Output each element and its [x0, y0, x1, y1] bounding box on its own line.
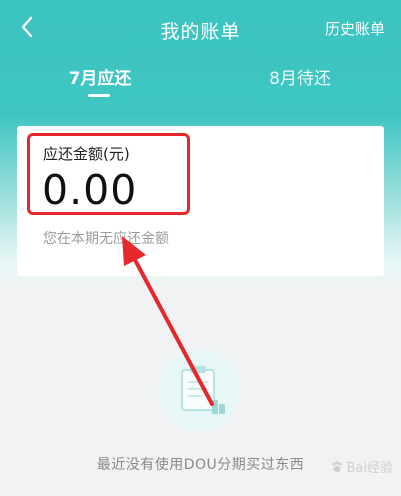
watermark: Bai经验	[330, 457, 394, 476]
watermark-text: Bai经验	[346, 461, 394, 476]
amount-note: 您在本期无应还金额	[43, 231, 169, 247]
annotation-highlight-box	[27, 133, 190, 215]
bill-tabs: 7月应还 8月待还	[0, 56, 401, 106]
app-header: 我的账单 历史账单	[0, 0, 401, 56]
clipboard-icon	[158, 349, 240, 431]
tab-current-month[interactable]: 7月应还	[0, 64, 200, 89]
tab-next-month[interactable]: 8月待还	[200, 64, 400, 89]
active-tab-indicator	[88, 94, 110, 97]
paw-icon	[331, 460, 342, 472]
history-bill-link[interactable]: 历史账单	[325, 18, 385, 39]
